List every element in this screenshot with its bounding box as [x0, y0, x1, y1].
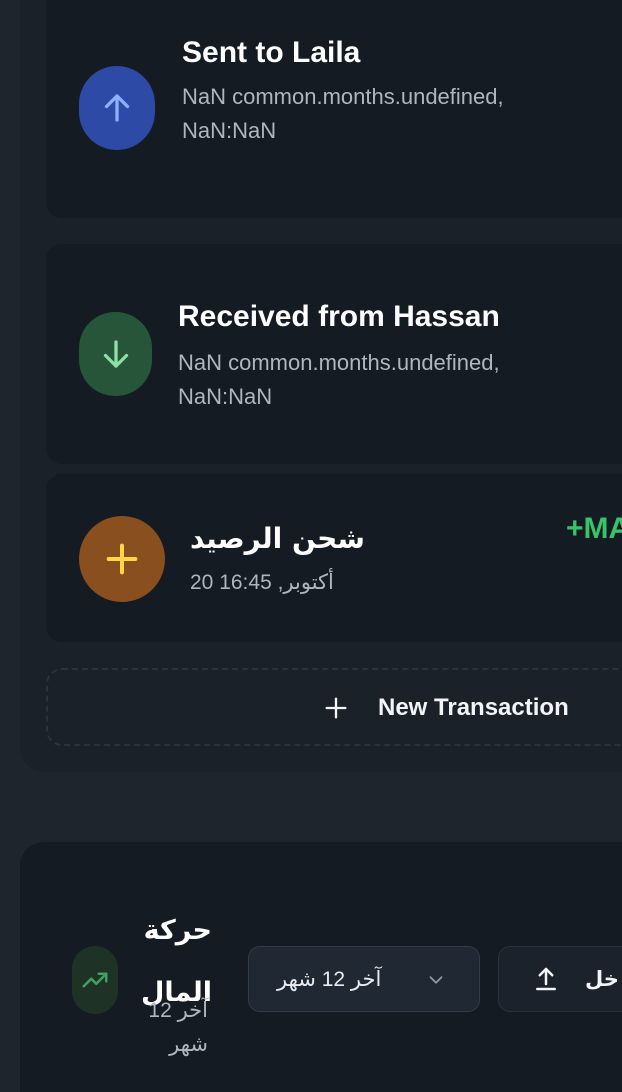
transaction-item-topup[interactable]: شحن الرصيد 20 أكتوبر, 16:45 +MA	[46, 474, 622, 642]
trending-up-icon	[72, 946, 118, 1014]
transaction-item-sent[interactable]: Sent to Laila NaN common.months.undefine…	[46, 0, 622, 218]
date-range-select[interactable]: آخر 12 شهر	[248, 946, 480, 1012]
upload-icon	[531, 964, 561, 999]
new-transaction-label: New Transaction	[378, 694, 569, 721]
money-flow-panel: حركة المال آخر 12 شهر آخر 12 شهر خل	[20, 842, 622, 1092]
transaction-title: Received from Hassan	[178, 300, 500, 333]
export-button-label: خل	[585, 968, 619, 991]
export-button[interactable]: خل	[498, 946, 622, 1012]
app-screen: Sent to Laila NaN common.months.undefine…	[0, 0, 622, 1092]
transaction-item-received[interactable]: Received from Hassan NaN common.months.u…	[46, 244, 622, 464]
arrow-down-icon	[79, 312, 152, 396]
transaction-title: Sent to Laila	[182, 36, 361, 69]
transaction-date: 20 أكتوبر, 16:45	[190, 571, 334, 594]
date-range-value: آخر 12 شهر	[277, 968, 382, 991]
transaction-date: NaN common.months.undefined, NaN:NaN	[178, 350, 500, 409]
plus-icon	[79, 516, 165, 602]
arrow-up-icon	[79, 66, 155, 150]
chevron-down-icon	[425, 969, 447, 996]
transaction-amount: +MA	[566, 512, 622, 545]
transaction-title: شحن الرصيد	[190, 522, 365, 555]
money-flow-subtitle: آخر 12 شهر	[148, 999, 208, 1056]
plus-icon	[322, 694, 350, 727]
new-transaction-button[interactable]: New Transaction	[46, 668, 622, 746]
transaction-date: NaN common.months.undefined, NaN:NaN	[182, 84, 504, 143]
